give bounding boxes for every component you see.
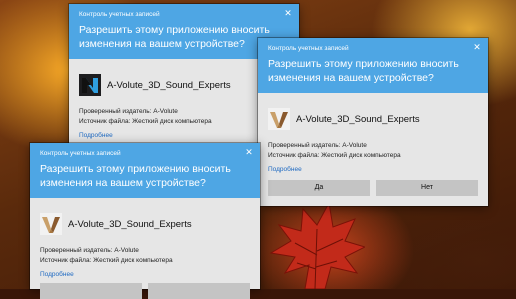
dialog-window-title: Контроль учетных записей [268,45,349,52]
app-line: A-Volute_3D_Sound_Experts [30,198,260,236]
dialog-header: Контроль учетных записей ✕ Разрешить это… [30,143,260,198]
close-icon[interactable]: ✕ [282,7,294,19]
source-text: Источник файла: Жесткий диск компьютера [268,151,401,159]
app-line: A-Volute_3D_Sound_Experts [258,93,488,131]
publisher-info: Проверенный издатель: A-Volute Источник … [258,131,488,160]
dialog-window-title: Контроль учетных записей [40,150,121,157]
a-volute-logo-icon [40,213,62,235]
app-name: A-Volute_3D_Sound_Experts [296,113,420,125]
close-icon[interactable]: ✕ [243,146,255,158]
publisher-text: Проверенный издатель: A-Volute [40,247,139,254]
no-button[interactable]: Нет [376,180,478,196]
nahimic-n-logo-icon [79,74,101,96]
details-link[interactable]: Подробнее [30,265,260,278]
yes-button[interactable] [40,283,142,299]
dialog-question: Разрешить этому приложению вносить измен… [268,58,459,84]
dialog-question: Разрешить этому приложению вносить измен… [40,163,231,189]
close-icon[interactable]: ✕ [471,41,483,53]
no-button[interactable] [148,283,250,299]
publisher-text: Проверенный издатель: A-Volute [268,142,367,149]
uac-dialog-2: Контроль учетных записей ✕ Разрешить это… [258,38,488,206]
red-leaf-image [269,201,365,289]
app-name: A-Volute_3D_Sound_Experts [107,79,231,91]
app-name: A-Volute_3D_Sound_Experts [68,218,192,230]
a-volute-logo-icon [268,108,290,130]
dialog-window-title: Контроль учетных записей [79,11,160,18]
publisher-info: Проверенный издатель: A-Volute Источник … [30,236,260,265]
yes-button[interactable]: Да [268,180,370,196]
dialog-header: Контроль учетных записей ✕ Разрешить это… [258,38,488,93]
details-link[interactable]: Подробнее [258,160,488,173]
dialog-buttons [40,283,250,299]
source-text: Источник файла: Жесткий диск компьютера [40,256,173,264]
dialog-buttons: Да Нет [268,180,478,196]
uac-dialog-3: Контроль учетных записей ✕ Разрешить это… [30,143,260,299]
